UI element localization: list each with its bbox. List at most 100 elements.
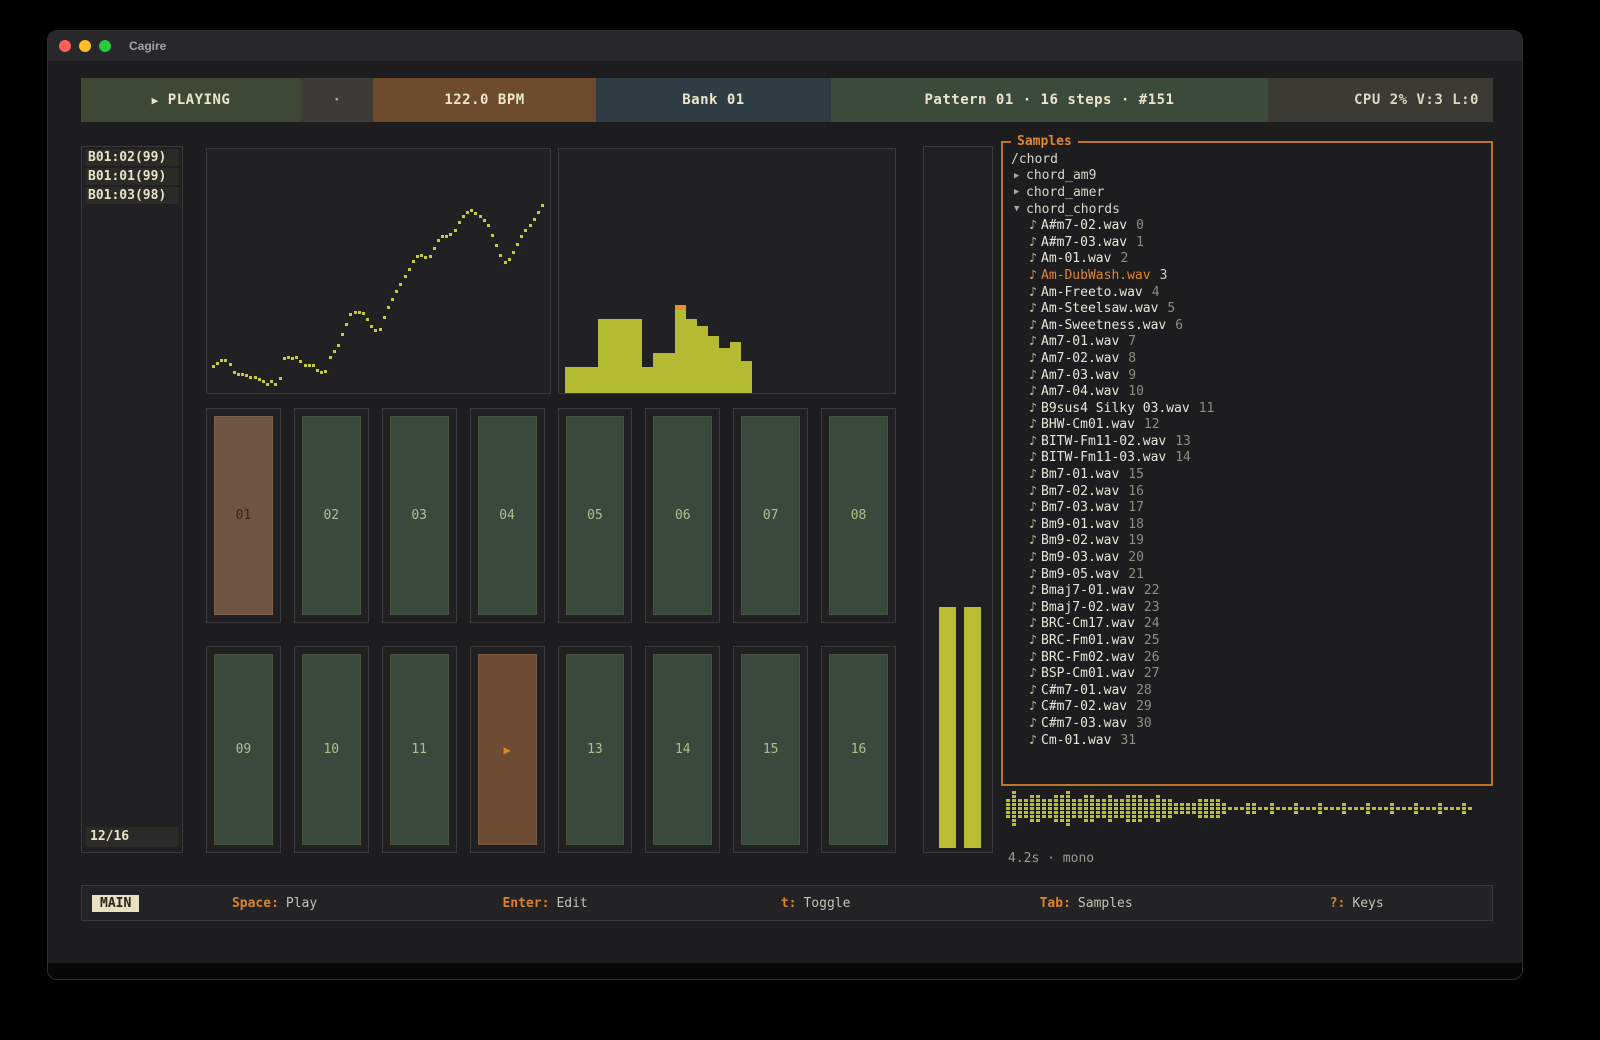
tree-folder-chord_am9[interactable]: ▶chord_am9 [1011, 168, 1487, 185]
tree-file-item[interactable]: ♪Am7-02.wav8 [1011, 350, 1487, 367]
pad-01[interactable]: 01 [206, 408, 281, 623]
pad-16[interactable]: 16 [821, 646, 896, 853]
queue-item: B01:03(98) [85, 187, 179, 204]
histogram-bar [675, 305, 686, 393]
waveform-column [1168, 799, 1172, 818]
music-note-icon: ♪ [1025, 334, 1041, 349]
tree-file-item[interactable]: ♪BRC-Fm01.wav25 [1011, 632, 1487, 649]
pattern-queue-panel: B01:02(99) B01:01(99) B01:03(98) 12/16 [81, 146, 183, 853]
pad-06[interactable]: 06 [645, 408, 720, 623]
tree-file-item[interactable]: ♪BITW-Fm11-02.wav13 [1011, 433, 1487, 450]
tree-file-item[interactable]: ♪Am7-03.wav9 [1011, 367, 1487, 384]
waveform-column [1216, 799, 1220, 818]
scatter-point [508, 258, 511, 261]
window-title: Cagire [129, 39, 166, 53]
tree-file-item[interactable]: ♪Am-Sweetness.wav6 [1011, 317, 1487, 334]
pad-13[interactable]: 13 [558, 646, 633, 853]
pad-03[interactable]: 03 [382, 408, 457, 623]
tree-file-item[interactable]: ♪BRC-Cm17.wav24 [1011, 616, 1487, 633]
hint-toggle: t:Toggle [680, 896, 951, 911]
tree-file-item[interactable]: ♪C#m7-02.wav29 [1011, 699, 1487, 716]
file-index: 27 [1144, 666, 1160, 681]
file-name: Bm9-03.wav [1041, 550, 1119, 565]
waveform-column [1366, 803, 1370, 814]
pad-05[interactable]: 05 [558, 408, 633, 623]
tree-file-item[interactable]: ♪Am-DubWash.wav3 [1011, 267, 1487, 284]
zoom-button[interactable] [99, 40, 111, 52]
close-button[interactable] [59, 40, 71, 52]
queue-item: B01:02(99) [85, 149, 179, 166]
pad-07[interactable]: 07 [733, 408, 808, 623]
histogram-bar [576, 367, 587, 393]
tree-file-item[interactable]: ♪Bmaj7-01.wav22 [1011, 582, 1487, 599]
pad-08[interactable]: 08 [821, 408, 896, 623]
tree-file-item[interactable]: ♪BITW-Fm11-03.wav14 [1011, 450, 1487, 467]
tree-file-item[interactable]: ♪Bmaj7-02.wav23 [1011, 599, 1487, 616]
waveform-column [1360, 807, 1364, 810]
pad-10[interactable]: 10 [294, 646, 369, 853]
tree-file-item[interactable]: ♪Bm7-03.wav17 [1011, 499, 1487, 516]
tree-file-item[interactable]: ♪Bm9-01.wav18 [1011, 516, 1487, 533]
waveform-column [1354, 807, 1358, 810]
pad-11[interactable]: 11 [382, 646, 457, 853]
tree-file-item[interactable]: ♪BRC-Fm02.wav26 [1011, 649, 1487, 666]
tree-file-item[interactable]: ♪Am-Steelsaw.wav5 [1011, 300, 1487, 317]
tree-folder-chord_amer[interactable]: ▶chord_amer [1011, 184, 1487, 201]
music-note-icon: ♪ [1025, 600, 1041, 615]
tree-file-item[interactable]: ♪B9sus4 Silky 03.wav11 [1011, 400, 1487, 417]
tree-file-item[interactable]: ♪Bm9-03.wav20 [1011, 549, 1487, 566]
music-note-icon: ♪ [1025, 434, 1041, 449]
tree-file-item[interactable]: ♪Bm9-02.wav19 [1011, 533, 1487, 550]
tree-file-item[interactable]: ♪Am-Freeto.wav4 [1011, 284, 1487, 301]
tree-file-item[interactable]: ♪Bm7-02.wav16 [1011, 483, 1487, 500]
scatter-point [366, 318, 369, 321]
tree-file-item[interactable]: ♪A#m7-03.wav1 [1011, 234, 1487, 251]
file-index: 12 [1144, 417, 1160, 432]
tree-file-item[interactable]: ♪C#m7-03.wav30 [1011, 715, 1487, 732]
pad-face-15: 15 [741, 654, 800, 845]
tree-file-item[interactable]: ♪BSP-Cm01.wav27 [1011, 665, 1487, 682]
waveform-column [1240, 807, 1244, 810]
file-index: 18 [1128, 517, 1144, 532]
pad-12[interactable]: ▶ [470, 646, 545, 853]
file-index: 7 [1128, 334, 1136, 349]
pad-15[interactable]: 15 [733, 646, 808, 853]
tree-file-item[interactable]: ♪Bm7-01.wav15 [1011, 466, 1487, 483]
pad-02[interactable]: 02 [294, 408, 369, 623]
pad-face-06: 06 [653, 416, 712, 615]
music-note-icon: ♪ [1025, 567, 1041, 582]
pad-09[interactable]: 09 [206, 646, 281, 853]
footer-bar: MAIN Space:Play Enter:Edit t:Toggle Tab:… [81, 885, 1493, 921]
tree-file-item[interactable]: ♪C#m7-01.wav28 [1011, 682, 1487, 699]
tree-file-item[interactable]: ♪BHW-Cm01.wav12 [1011, 417, 1487, 434]
music-note-icon: ♪ [1025, 368, 1041, 383]
tree-file-item[interactable]: ♪Am7-04.wav10 [1011, 383, 1487, 400]
activity-scatter-panel [206, 148, 551, 394]
file-name: Am-Steelsaw.wav [1041, 301, 1158, 316]
pad-04[interactable]: 04 [470, 408, 545, 623]
waveform-column [1198, 799, 1202, 818]
pad-14[interactable]: 14 [645, 646, 720, 853]
minimize-button[interactable] [79, 40, 91, 52]
tree-file-item[interactable]: ♪Am7-01.wav7 [1011, 334, 1487, 351]
scatter-point [404, 275, 407, 278]
histogram-bar [730, 342, 741, 393]
step-position: 12/16 [85, 827, 179, 847]
file-index: 26 [1144, 650, 1160, 665]
waveform-column [1060, 795, 1064, 822]
histogram-bar [719, 348, 730, 393]
scatter-point [420, 254, 423, 257]
bpm-display: 122.0 BPM [373, 78, 596, 122]
play-icon: ▶ [152, 94, 159, 107]
tree-folder-chord_chords[interactable]: ▼chord_chords [1011, 201, 1487, 218]
waveform-column [1228, 807, 1232, 810]
music-note-icon: ♪ [1025, 666, 1041, 681]
waveform-column [1438, 803, 1442, 814]
pad-face-09: 09 [214, 654, 273, 845]
tree-file-item[interactable]: ♪A#m7-02.wav0 [1011, 217, 1487, 234]
histogram-bar [587, 367, 598, 393]
tree-file-item[interactable]: ♪Am-01.wav2 [1011, 251, 1487, 268]
tree-file-item[interactable]: ♪Cm-01.wav31 [1011, 732, 1487, 749]
waveform-column [1432, 807, 1436, 810]
tree-file-item[interactable]: ♪Bm9-05.wav21 [1011, 566, 1487, 583]
